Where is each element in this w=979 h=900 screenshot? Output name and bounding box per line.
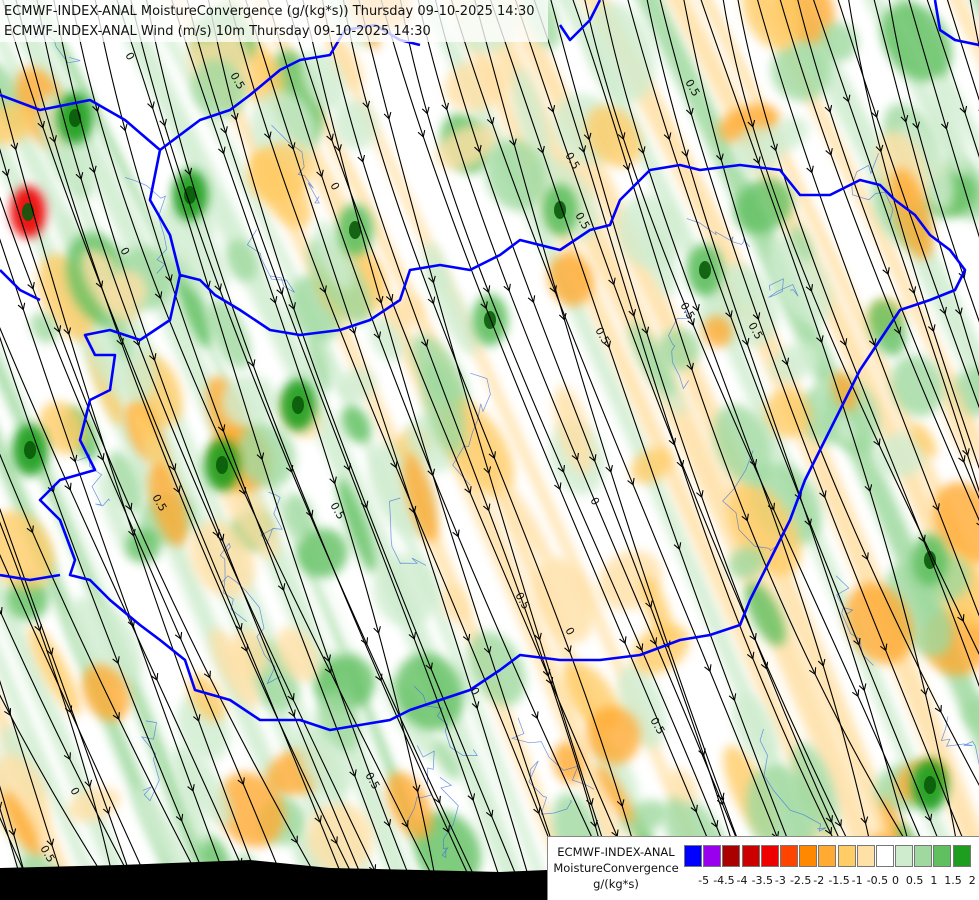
legend-swatch bbox=[952, 845, 971, 867]
legend-tick-label: 0 bbox=[891, 874, 899, 887]
legend-swatch bbox=[760, 845, 779, 867]
legend-tick-label: -1 bbox=[851, 874, 863, 887]
legend-tick-label: -4.5 bbox=[713, 874, 735, 887]
legend-tick-label: -4 bbox=[736, 874, 748, 887]
legend-swatch bbox=[875, 845, 894, 867]
legend-swatch bbox=[703, 845, 722, 867]
legend-tick-label: -2 bbox=[813, 874, 825, 887]
legend-swatch bbox=[933, 845, 952, 867]
legend-swatch bbox=[818, 845, 837, 867]
legend-tick-label: 1.5 bbox=[944, 874, 962, 887]
map-canvas: 00.5 0.500.50.50.50.50.5 0.50.50.5000.500.… bbox=[0, 0, 979, 900]
title-line-2: ECMWF-INDEX-ANAL Wind (m/s) 10m Thursday… bbox=[4, 24, 431, 39]
legend-swatch bbox=[799, 845, 818, 867]
legend-swatch bbox=[856, 845, 875, 867]
legend-swatch bbox=[722, 845, 741, 867]
legend-title: ECMWF-INDEX-ANAL MoistureConvergence g/(… bbox=[552, 844, 680, 892]
legend-tick-label: -1.5 bbox=[828, 874, 850, 887]
legend-title-variable: MoistureConvergence bbox=[553, 861, 679, 875]
legend-swatch bbox=[741, 845, 760, 867]
title-line-1: ECMWF-INDEX-ANAL MoistureConvergence (g/… bbox=[4, 4, 535, 19]
legend-tick-label: -0.5 bbox=[866, 874, 889, 887]
legend-tick-label: -5 bbox=[698, 874, 710, 887]
legend-swatch bbox=[684, 845, 702, 867]
legend-swatch bbox=[837, 845, 856, 867]
legend-swatches bbox=[684, 845, 972, 867]
legend-tick-label: -2.5 bbox=[789, 874, 812, 887]
legend-swatch bbox=[895, 845, 914, 867]
legend-tick-label: 1 bbox=[930, 874, 938, 887]
legend-ticks: -5 -4.5 -4 -3.5 -3 -2.5 -2 -1.5 -1 -0.5 0 0.5 1 1.5 2 bbox=[694, 874, 979, 890]
legend-tick-label: 2 bbox=[968, 874, 976, 887]
legend-tick-label: 0.5 bbox=[905, 874, 924, 887]
color-legend: ECMWF-INDEX-ANAL MoistureConvergence g/(… bbox=[547, 836, 979, 900]
legend-swatch bbox=[779, 845, 798, 867]
legend-swatch bbox=[914, 845, 933, 867]
legend-title-unit: g/(kg*s) bbox=[593, 877, 639, 891]
legend-title-model: ECMWF-INDEX-ANAL bbox=[557, 845, 675, 859]
moisture-convergence-field bbox=[0, 0, 979, 900]
legend-tick-label: -3 bbox=[774, 874, 786, 887]
legend-tick-label: -3.5 bbox=[751, 874, 774, 887]
weather-map: 0 0.5 0.5 0 0.5 0.5 0.5 0.5 0.5 0.5 0.5 0.5 0 0 0.5 0 0.… bbox=[0, 0, 979, 900]
map-title: ECMWF-INDEX-ANAL MoistureConvergence (g/… bbox=[0, 0, 548, 42]
